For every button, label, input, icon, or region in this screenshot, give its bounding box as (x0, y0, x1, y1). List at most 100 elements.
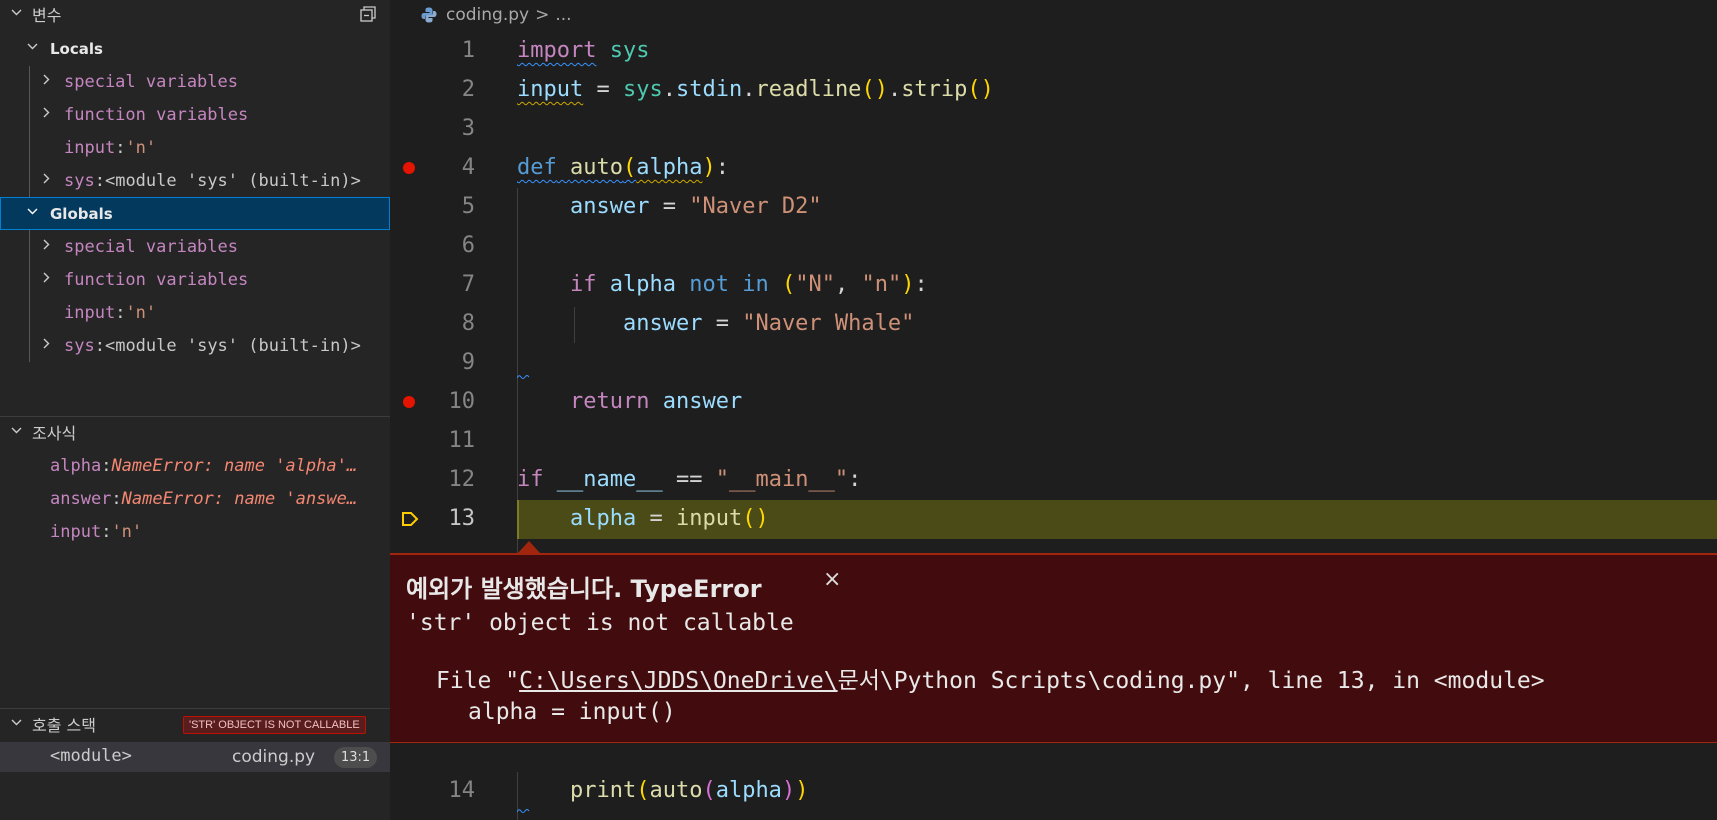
variable-value: <module 'sys' (built-in)> (104, 335, 361, 356)
code-line[interactable]: 2 input = sys.stdin.readline().strip() (390, 71, 1717, 110)
watch-row[interactable]: alpha: NameError: name 'alpha'… (0, 449, 390, 482)
code-text: print(auto(alpha)) (569, 778, 809, 803)
traceback-file-link[interactable]: C:\Users\JDDS\OneDrive\ (519, 668, 838, 694)
line-number: 6 (461, 233, 475, 258)
warning-squiggle (517, 375, 530, 379)
watch-value: NameError: name 'answe… (121, 488, 358, 509)
variable-row[interactable]: special variables (0, 230, 390, 263)
chevron-right-icon (40, 73, 54, 90)
debug-sidebar: 변수 Locals special variables function var… (0, 0, 390, 820)
watch-value: NameError: name 'alpha'… (111, 455, 358, 476)
line-number: 7 (461, 272, 475, 297)
variable-row[interactable]: input: 'n' (0, 296, 390, 329)
code-editor[interactable]: coding.py > ... 1 import sys 2 input = s… (390, 0, 1717, 820)
line-number: 14 (448, 778, 476, 803)
watch-expression: answer (50, 488, 112, 509)
exception-traceback-line: File "C:\Users\JDDS\OneDrive\문서\Python S… (436, 668, 1545, 694)
variable-row[interactable]: function variables (0, 98, 390, 131)
variable-row[interactable]: input: 'n' (0, 131, 390, 164)
code-text: input = sys.stdin.readline().strip() (517, 77, 994, 102)
line-number: 5 (461, 194, 475, 219)
python-file-icon (421, 7, 437, 23)
variable-name: function variables (64, 269, 249, 290)
line-number: 2 (461, 77, 475, 102)
watch-row[interactable]: input: 'n' (0, 515, 390, 548)
code-line[interactable]: 4 def auto(alpha): (390, 149, 1717, 188)
code-line[interactable]: 6 (390, 227, 1717, 266)
exception-title: 예외가 발생했습니다. TypeError (406, 575, 762, 603)
code-line[interactable]: 11 (390, 422, 1717, 461)
stack-frame-name: <module> (50, 746, 132, 766)
stack-frame-position: 13:1 (334, 747, 378, 768)
code-line[interactable]: 12 if __name__ == "__main__": (390, 461, 1717, 500)
exception-pointer (518, 541, 540, 553)
variables-title: 변수 (32, 6, 62, 25)
scope-label: Locals (50, 39, 103, 58)
stack-frame-row[interactable]: <module> coding.py 13:1 (0, 742, 390, 772)
code-line[interactable]: 9 (390, 344, 1717, 383)
scope-label: Globals (50, 204, 113, 223)
exception-widget: 예외가 발생했습니다. TypeError × 'str' object is … (390, 553, 1717, 743)
chevron-right-icon (40, 337, 54, 354)
watch-expression: input (50, 521, 102, 542)
watch-row[interactable]: answer: NameError: name 'answe… (0, 482, 390, 515)
code-line[interactable]: 10 return answer (390, 383, 1717, 422)
variable-row[interactable]: special variables (0, 65, 390, 98)
code-line[interactable]: 5 answer = "Naver D2" (390, 188, 1717, 227)
chevron-right-icon (40, 172, 54, 189)
variable-name: function variables (64, 104, 249, 125)
section-divider (0, 416, 390, 417)
code-line-current[interactable]: 13 alpha = input() (390, 500, 1717, 539)
code-text: answer = "Naver D2" (569, 194, 822, 219)
exception-traceback-code: alpha = input() (468, 699, 676, 725)
code-text: if __name__ == "__main__": (517, 467, 862, 492)
variable-name: input (64, 137, 116, 158)
code-text: if alpha not in ("N", "n"): (569, 272, 928, 297)
callstack-title: 호출 스택 (32, 716, 96, 735)
line-number: 9 (461, 350, 475, 375)
line-number: 4 (461, 155, 475, 180)
chevron-right-icon (40, 238, 54, 255)
variable-value: 'n' (125, 302, 157, 323)
breadcrumb: coding.py > ... (420, 3, 572, 27)
close-icon[interactable]: × (823, 567, 841, 592)
chevron-down-icon (26, 205, 40, 222)
chevron-right-icon (40, 271, 54, 288)
watch-expression: alpha (50, 455, 102, 476)
variable-row[interactable]: sys: <module 'sys' (built-in)> (0, 329, 390, 362)
warning-squiggle (517, 809, 530, 813)
line-number: 13 (448, 506, 476, 531)
chevron-right-icon (40, 106, 54, 123)
scope-globals[interactable]: Globals (0, 197, 390, 230)
variable-row[interactable]: function variables (0, 263, 390, 296)
variable-name: sys (64, 170, 95, 191)
watch-section-header[interactable]: 조사식 (0, 418, 390, 446)
code-line[interactable]: 1 import sys (390, 32, 1717, 71)
variable-name: special variables (64, 71, 238, 92)
breadcrumb-separator: > (535, 5, 550, 25)
watch-value: 'n' (111, 521, 143, 542)
scope-locals[interactable]: Locals (0, 32, 390, 65)
code-line[interactable]: 14 print(auto(alpha)) (390, 772, 1717, 813)
watch-title: 조사식 (32, 424, 77, 443)
variable-name: input (64, 302, 116, 323)
breadcrumb-symbol[interactable]: ... (555, 5, 571, 25)
variable-row[interactable]: sys: <module 'sys' (built-in)> (0, 164, 390, 197)
variables-section-header[interactable]: 변수 (0, 0, 390, 28)
code-text: import sys (517, 38, 650, 63)
callstack-section-header[interactable]: 호출 스택 'STR' OBJECT IS NOT CALLABLE (0, 710, 390, 738)
code-text: answer = "Naver Whale" (622, 311, 915, 336)
breadcrumb-file[interactable]: coding.py (446, 5, 529, 25)
variable-value: <module 'sys' (built-in)> (104, 170, 361, 191)
code-line[interactable]: 7 if alpha not in ("N", "n"): (390, 266, 1717, 305)
line-number: 3 (461, 116, 475, 141)
code-text: alpha = input() (569, 506, 769, 531)
code-line[interactable]: 8 answer = "Naver Whale" (390, 305, 1717, 344)
line-number: 10 (448, 389, 476, 414)
collapse-all-icon[interactable] (358, 4, 378, 24)
code-line[interactable]: 3 (390, 110, 1717, 149)
variable-value: 'n' (125, 137, 157, 158)
stack-frame-file: coding.py (232, 747, 316, 767)
variable-name: special variables (64, 236, 238, 257)
code-text: return answer (569, 389, 743, 414)
